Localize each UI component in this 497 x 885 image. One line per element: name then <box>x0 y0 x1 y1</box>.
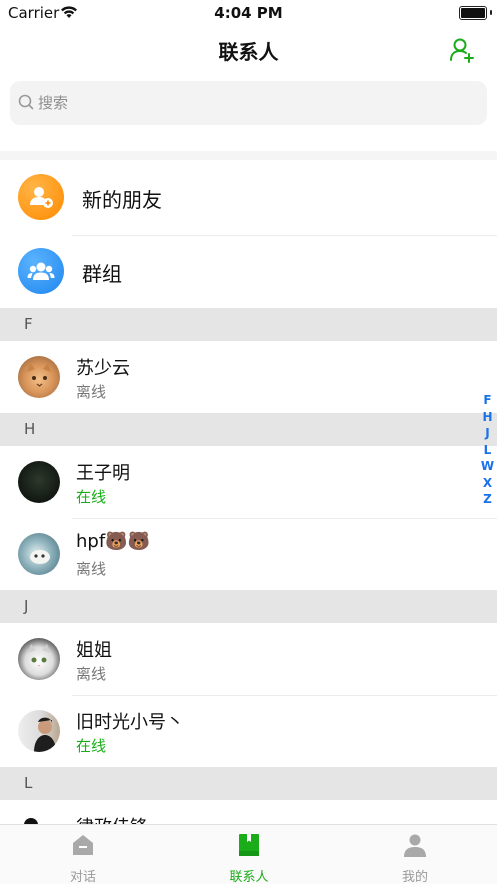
tab-bar: 对话 联系人 我的 <box>0 824 497 885</box>
status-time: 4:04 PM <box>214 4 283 22</box>
section-header-h: H <box>0 413 497 446</box>
section-header-f: F <box>0 308 497 341</box>
contact-status: 在线 <box>76 737 107 755</box>
new-friends-label: 新的朋友 <box>82 188 162 212</box>
tab-contacts[interactable]: 联系人 <box>166 825 332 885</box>
contact-status: 离线 <box>76 383 107 401</box>
section-letter: L <box>24 774 33 792</box>
battery-tip <box>490 10 492 15</box>
alphabet-index[interactable]: F H J L W X Z <box>478 392 497 508</box>
index-letter-j[interactable]: J <box>478 425 497 442</box>
contact-name: 姐姐 <box>76 640 112 661</box>
contact-status: 离线 <box>76 665 107 683</box>
contacts-icon <box>239 834 259 856</box>
index-letter-h[interactable]: H <box>478 409 497 426</box>
search-bar[interactable] <box>10 81 487 125</box>
section-letter: F <box>24 315 33 333</box>
profile-icon <box>404 834 426 857</box>
contact-row[interactable]: 旧时光小号丶 在线 <box>0 695 497 767</box>
index-letter-w[interactable]: W <box>478 458 497 475</box>
status-bar: Carrier 4:04 PM <box>0 0 497 28</box>
section-letter: J <box>24 597 29 615</box>
contact-status: 离线 <box>76 560 107 578</box>
groups-label: 群组 <box>82 262 122 286</box>
avatar <box>18 638 60 680</box>
search-input[interactable] <box>38 81 478 125</box>
add-user-icon[interactable] <box>448 36 476 64</box>
contact-name: hpf🐻🐻 <box>76 531 150 552</box>
new-friends-entry[interactable]: 新的朋友 <box>0 162 497 234</box>
avatar <box>18 710 60 752</box>
contact-row[interactable]: hpf🐻🐻 离线 <box>0 518 497 590</box>
section-header-l: L <box>0 767 497 800</box>
contact-name: 旧时光小号丶 <box>76 712 184 733</box>
groups-entry[interactable]: 群组 <box>0 236 497 308</box>
index-letter-z[interactable]: Z <box>478 491 497 508</box>
contact-name: 苏少云 <box>76 358 130 379</box>
contact-status: 在线 <box>76 488 107 506</box>
new-friend-icon <box>18 174 64 220</box>
contact-row[interactable]: 姐姐 离线 <box>0 623 497 695</box>
contact-row[interactable]: 王子明 在线 <box>0 446 497 518</box>
page-title: 联系人 <box>218 40 279 64</box>
avatar <box>18 533 60 575</box>
index-letter-f[interactable]: F <box>478 392 497 409</box>
tab-profile[interactable]: 我的 <box>332 825 497 885</box>
index-letter-x[interactable]: X <box>478 475 497 492</box>
section-letter: H <box>24 420 36 438</box>
tab-label: 对话 <box>69 870 96 885</box>
battery-icon <box>459 6 487 20</box>
avatar <box>18 461 60 503</box>
tab-label: 我的 <box>401 870 428 885</box>
section-header-j: J <box>0 590 497 623</box>
group-icon <box>18 248 64 294</box>
index-letter-l[interactable]: L <box>478 442 497 459</box>
tab-chats[interactable]: 对话 <box>0 825 166 885</box>
chat-icon <box>73 835 93 855</box>
search-icon <box>18 94 34 110</box>
avatar <box>18 356 60 398</box>
section-gap <box>0 151 497 160</box>
contact-row[interactable]: 苏少云 离线 <box>0 341 497 413</box>
contact-name: 王子明 <box>76 463 130 484</box>
tab-label: 联系人 <box>229 870 269 885</box>
